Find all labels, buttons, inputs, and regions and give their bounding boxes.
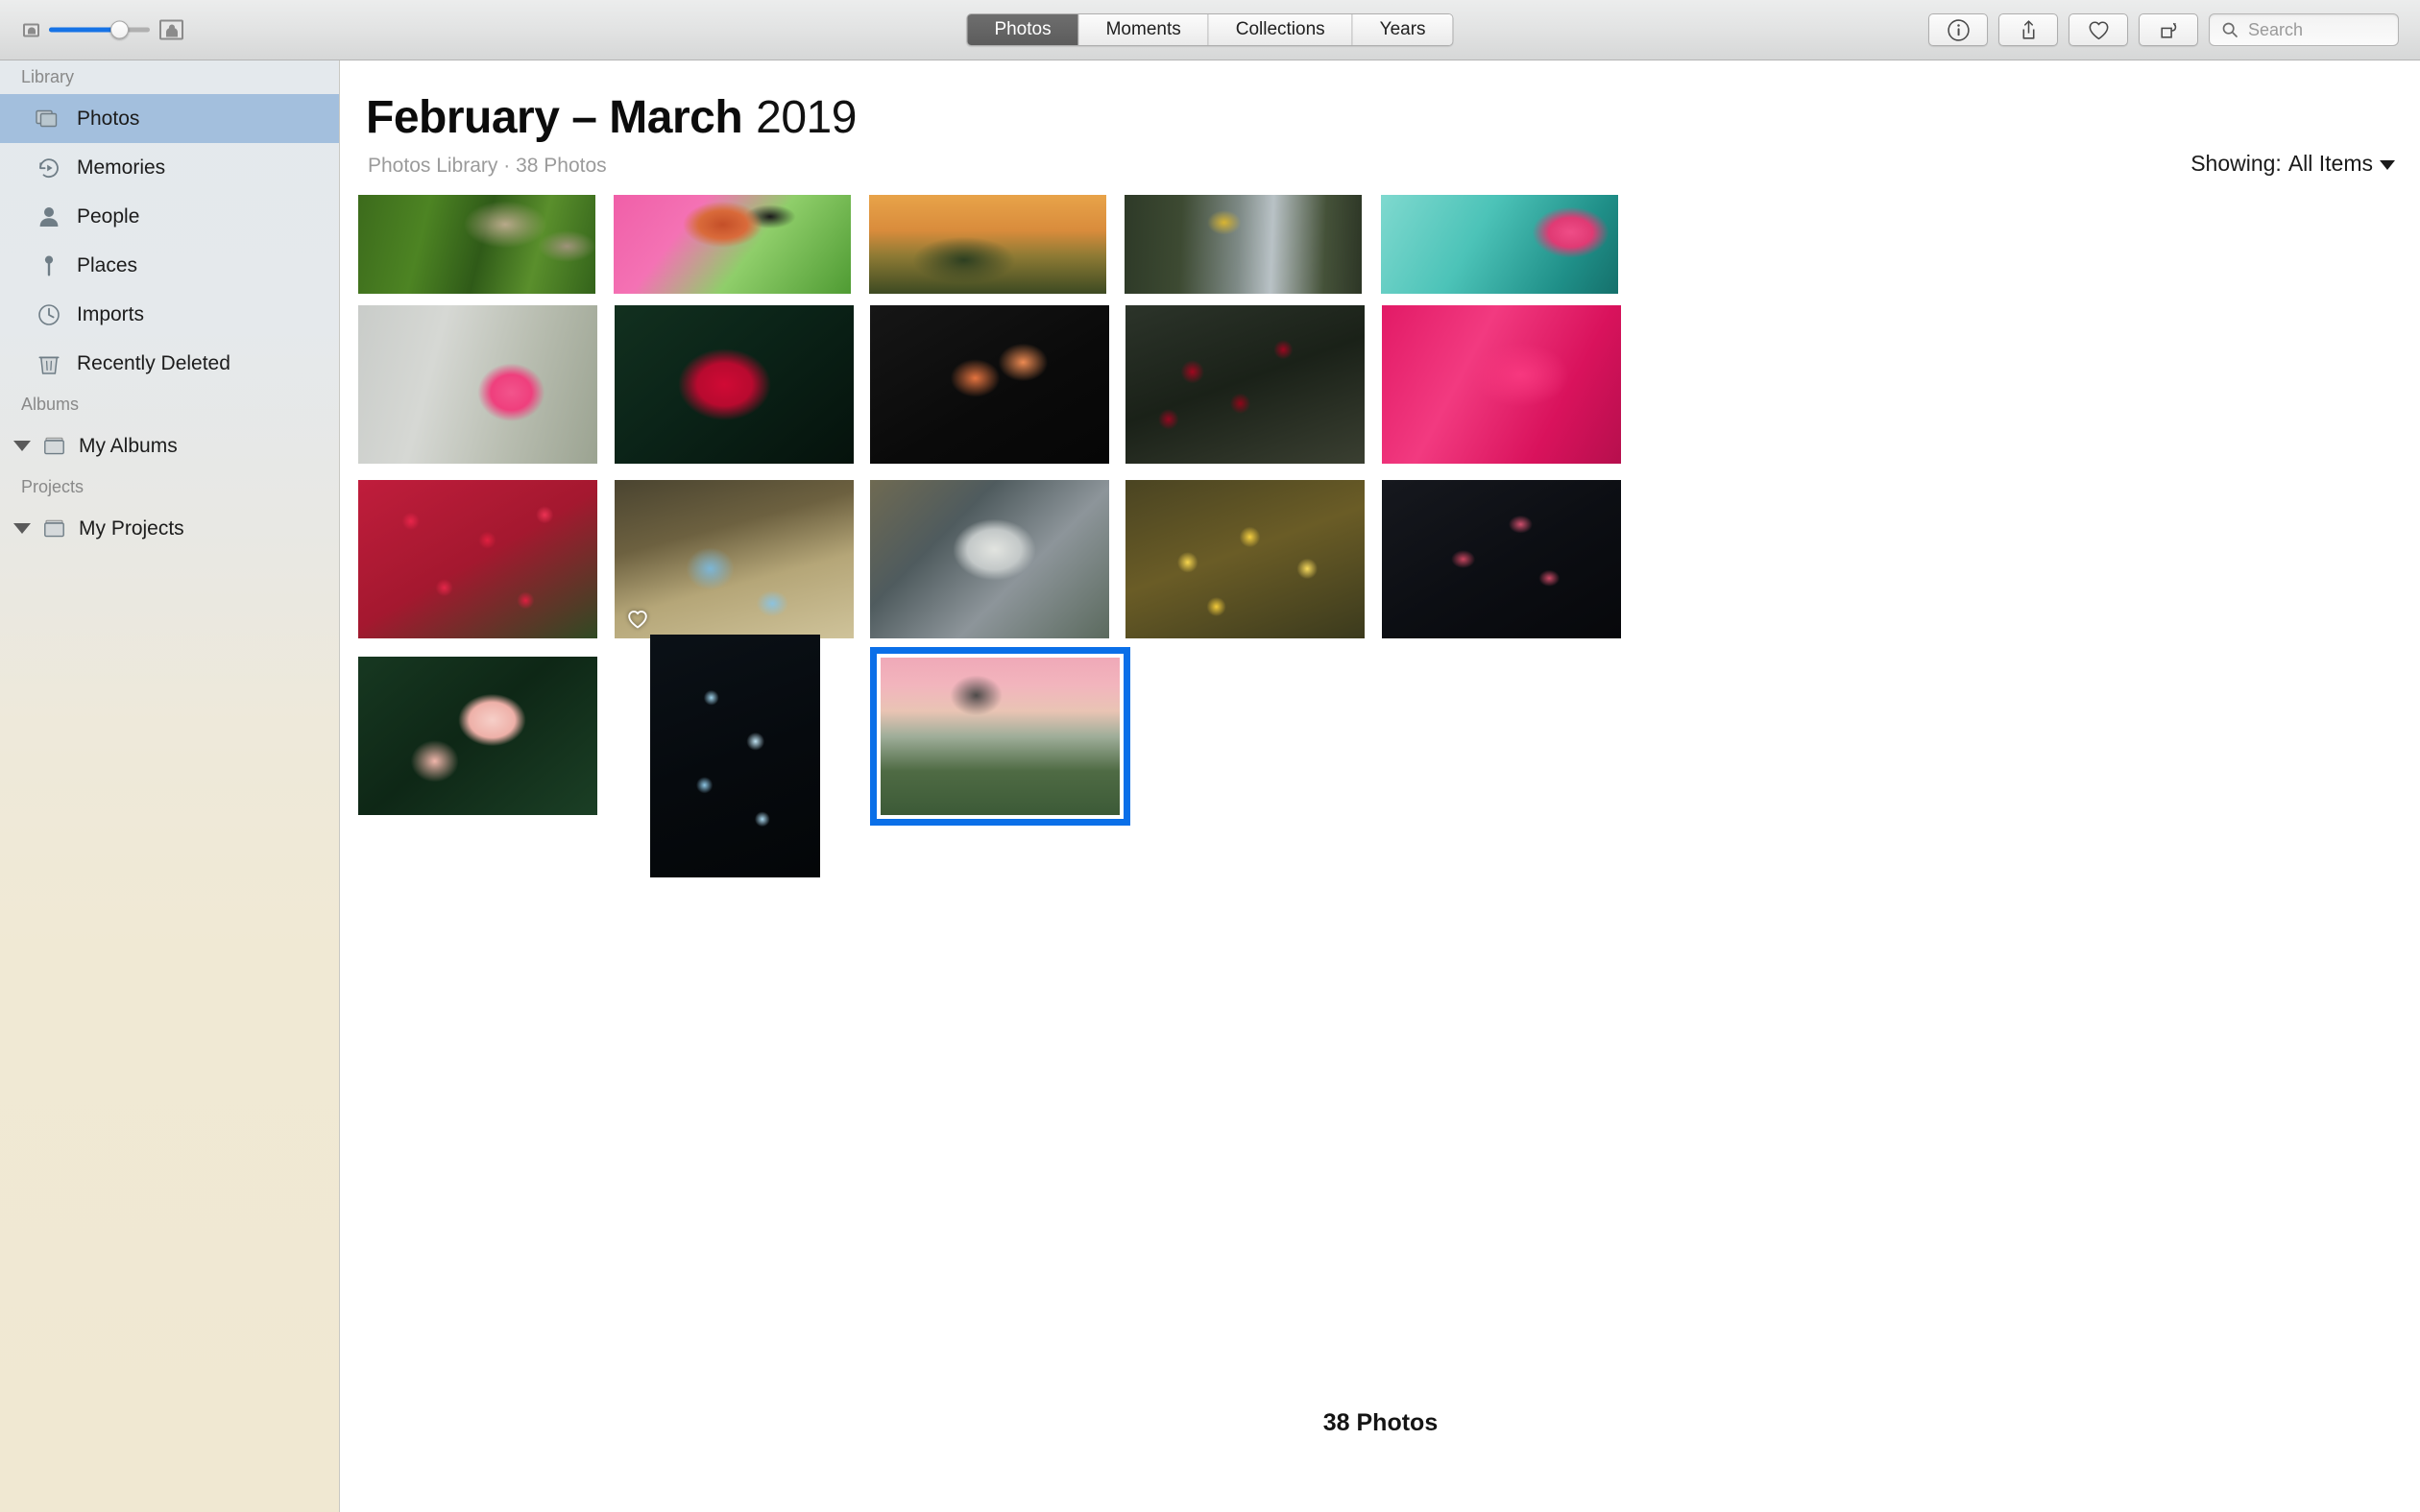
share-button[interactable] (1998, 13, 2058, 46)
sidebar-item-imports[interactable]: Imports (0, 290, 339, 339)
photo-golden-sunset-landscape[interactable] (869, 195, 1106, 294)
sidebar-item-label: People (77, 204, 140, 228)
tab-collections[interactable]: Collections (1208, 14, 1353, 45)
toolbar-actions: Search (1928, 13, 2399, 46)
sidebar-item-label: My Projects (79, 516, 184, 540)
zoom-slider-fill (49, 27, 119, 33)
sidebar-section-projects: Projects (21, 477, 85, 496)
zoom-slider-knob[interactable] (110, 20, 129, 39)
photo-yellow-daffodils[interactable] (1125, 480, 1365, 638)
tab-years[interactable]: Years (1352, 14, 1453, 45)
photo-pink-succulent-blooms[interactable] (1382, 480, 1621, 638)
map-pin-icon (35, 252, 63, 280)
photo-blue-thistle-wildflowers[interactable] (615, 480, 854, 638)
sidebar-item-label: My Albums (79, 434, 178, 457)
sidebar-section-library: Library (21, 67, 75, 86)
rotate-counterclockwise-icon (2160, 22, 2176, 38)
photo-orange-marigolds-black[interactable] (870, 305, 1109, 464)
sidebar-item-label: Places (77, 253, 138, 276)
photo-bird-on-branch-green[interactable] (358, 195, 595, 294)
view-mode-segmented-control[interactable]: Photos Moments Collections Years (966, 13, 1454, 46)
clock-icon (35, 300, 63, 329)
window-toolbar: Photos Moments Collections Years Search (0, 0, 2420, 60)
large-thumbnail-icon (159, 19, 183, 40)
heart-icon (2089, 20, 2108, 39)
small-thumbnail-icon (23, 23, 39, 36)
sidebar: Library Photos Memories People Places Im… (0, 60, 340, 1512)
photo-count-footer: 38 Photos (1322, 1409, 1439, 1436)
search-magnifier-icon (2222, 22, 2238, 37)
info-circle-icon (1947, 18, 1970, 41)
photo-bullfinch-pink-background[interactable] (614, 195, 851, 294)
photo-magenta-petal-macro[interactable] (1382, 305, 1621, 464)
photo-dark-red-roses[interactable] (1125, 305, 1365, 464)
photo-grid (341, 60, 2420, 1512)
tab-moments[interactable]: Moments (1078, 14, 1209, 45)
photo-white-hellebore[interactable] (870, 480, 1109, 638)
photo-red-tulip-field[interactable] (358, 480, 597, 638)
favorite-button[interactable] (2069, 13, 2128, 46)
sidebar-item-label: Recently Deleted (77, 351, 230, 374)
memories-clock-play-icon (35, 154, 63, 182)
share-box-arrow-up-icon (2022, 19, 2034, 39)
search-field[interactable]: Search (2209, 13, 2399, 46)
album-folder-icon (40, 515, 69, 543)
sidebar-item-memories[interactable]: Memories (0, 143, 339, 192)
info-button[interactable] (1928, 13, 1988, 46)
photo-crimson-bougainvillea[interactable] (615, 305, 854, 464)
zoom-slider-track[interactable] (49, 20, 150, 39)
sidebar-item-places[interactable]: Places (0, 241, 339, 290)
sidebar-item-label: Imports (77, 302, 145, 325)
favorite-heart-badge-icon (628, 611, 647, 629)
trash-icon (35, 349, 63, 378)
photo-pink-crown-of-thorns[interactable] (358, 305, 597, 464)
sidebar-item-recently-deleted[interactable]: Recently Deleted (0, 339, 339, 388)
main-content: February – March 2019 Photos Library · 38… (341, 60, 2420, 1512)
sidebar-section-albums: Albums (21, 395, 80, 414)
photo-yellow-bird-bamboo[interactable] (1125, 195, 1362, 294)
chevron-down-icon[interactable] (13, 523, 31, 534)
thumbnail-zoom-slider[interactable] (23, 19, 183, 40)
person-icon (35, 203, 63, 231)
search-placeholder: Search (2248, 19, 2304, 39)
sidebar-item-people[interactable]: People (0, 192, 339, 241)
sidebar-item-label: Photos (77, 107, 140, 130)
photo-pink-peonies[interactable] (358, 657, 597, 815)
sidebar-item-photos[interactable]: Photos (0, 94, 339, 143)
tab-photos[interactable]: Photos (967, 14, 1079, 45)
photo-blue-nigella-night[interactable] (650, 635, 820, 877)
chevron-down-icon[interactable] (13, 441, 31, 451)
rotate-button[interactable] (2139, 13, 2198, 46)
album-folder-icon (40, 432, 69, 461)
photo-pink-flowers-teal[interactable] (1381, 195, 1618, 294)
photo-kirkjufell-waterfall[interactable] (870, 647, 1130, 826)
sidebar-item-label: Memories (77, 156, 166, 179)
photos-stack-icon (35, 105, 63, 133)
sidebar-item-my-albums[interactable]: My Albums (0, 421, 339, 470)
sidebar-item-my-projects[interactable]: My Projects (0, 504, 339, 553)
